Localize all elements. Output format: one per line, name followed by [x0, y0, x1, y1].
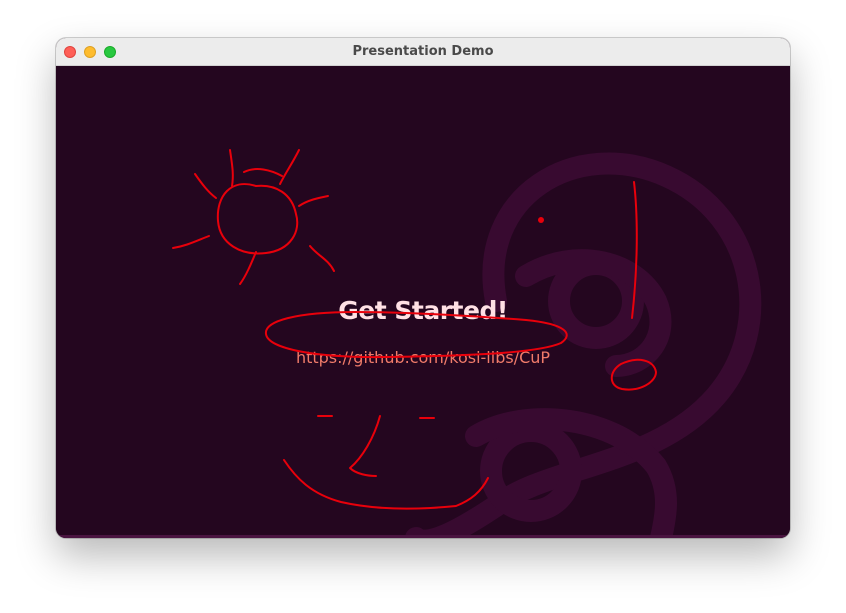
title-bar[interactable]: Presentation Demo: [56, 38, 790, 66]
sun-ray-stroke: [298, 195, 329, 207]
sun-top-stroke: [243, 168, 283, 177]
window-title: Presentation Demo: [352, 44, 494, 59]
bottom-strip: [56, 535, 790, 538]
sun-ray-stroke: [172, 235, 210, 249]
sun-ray-stroke: [279, 149, 300, 185]
ink-drawing-layer[interactable]: [56, 66, 790, 538]
app-window: Presentation Demo Get Started! https://g…: [56, 38, 790, 538]
small-oval-stroke: [610, 358, 657, 391]
mouth-stroke: [283, 459, 489, 510]
vertical-line-stroke: [631, 181, 638, 319]
sun-ray-stroke: [239, 251, 257, 285]
nose-stroke: [349, 415, 381, 477]
sun-ray-stroke: [309, 245, 335, 272]
sun-ray-stroke: [194, 173, 217, 199]
link-ellipse-stroke: [264, 311, 568, 359]
slide-canvas[interactable]: Get Started! https://github.com/kosi-lib…: [56, 66, 790, 538]
dot-stroke: [538, 217, 544, 223]
sun-body-stroke: [216, 183, 299, 255]
sun-ray-stroke: [229, 149, 234, 187]
